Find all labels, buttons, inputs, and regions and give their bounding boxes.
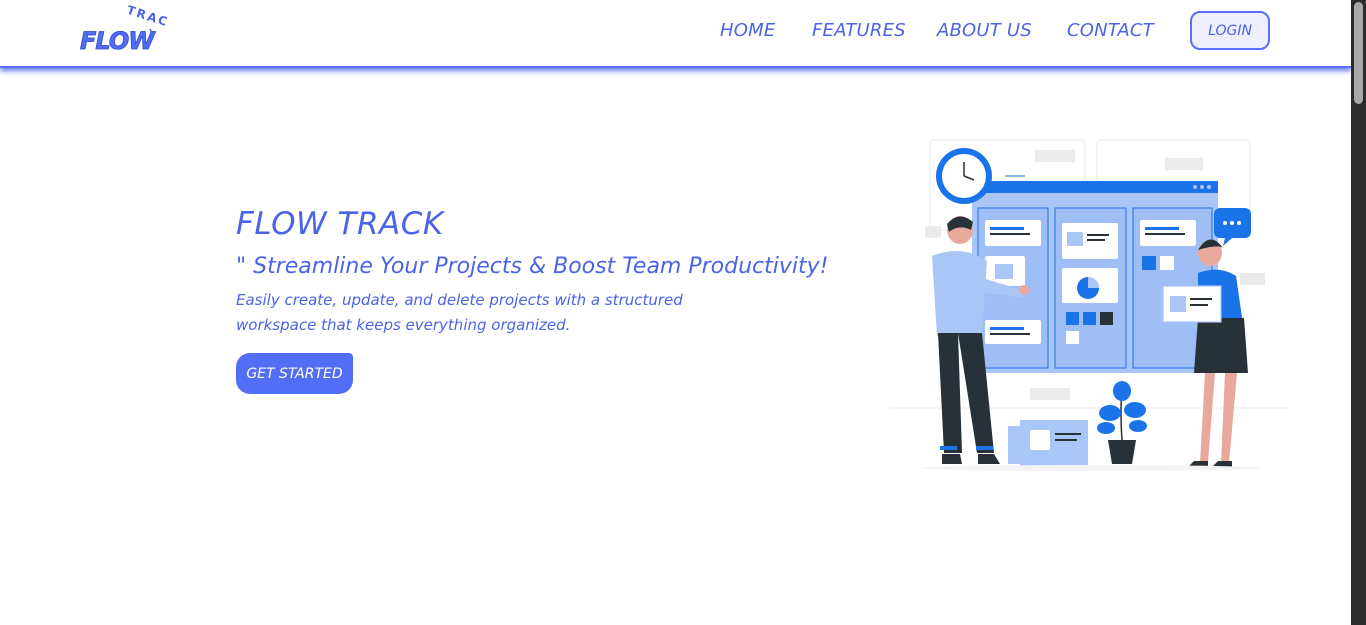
scrollbar-thumb[interactable] xyxy=(1354,2,1363,104)
navbar: TRACK FLOW HOME FEATURES ABOUT US CONTAC… xyxy=(0,0,1351,68)
nav-home[interactable]: HOME xyxy=(720,20,775,41)
login-button[interactable]: LOGIN xyxy=(1190,11,1270,50)
hero-title: FLOW TRACK xyxy=(236,206,444,242)
hero-description: Easily create, update, and delete projec… xyxy=(236,291,683,334)
flowtrack-logo[interactable]: TRACK FLOW xyxy=(78,3,168,59)
get-started-button[interactable]: GET STARTED xyxy=(236,353,353,394)
team-kanban-board-illustration xyxy=(890,139,1290,471)
nav-features[interactable]: FEATURES xyxy=(812,20,906,41)
nav-contact[interactable]: CONTACT xyxy=(1067,20,1154,41)
hero-subtitle: " Streamline Your Projects & Boost Team … xyxy=(236,254,829,279)
page-scrollbar[interactable] xyxy=(1351,0,1366,625)
nav-about-us[interactable]: ABOUT US xyxy=(937,20,1032,41)
logo-flow-text: FLOW xyxy=(80,27,156,55)
